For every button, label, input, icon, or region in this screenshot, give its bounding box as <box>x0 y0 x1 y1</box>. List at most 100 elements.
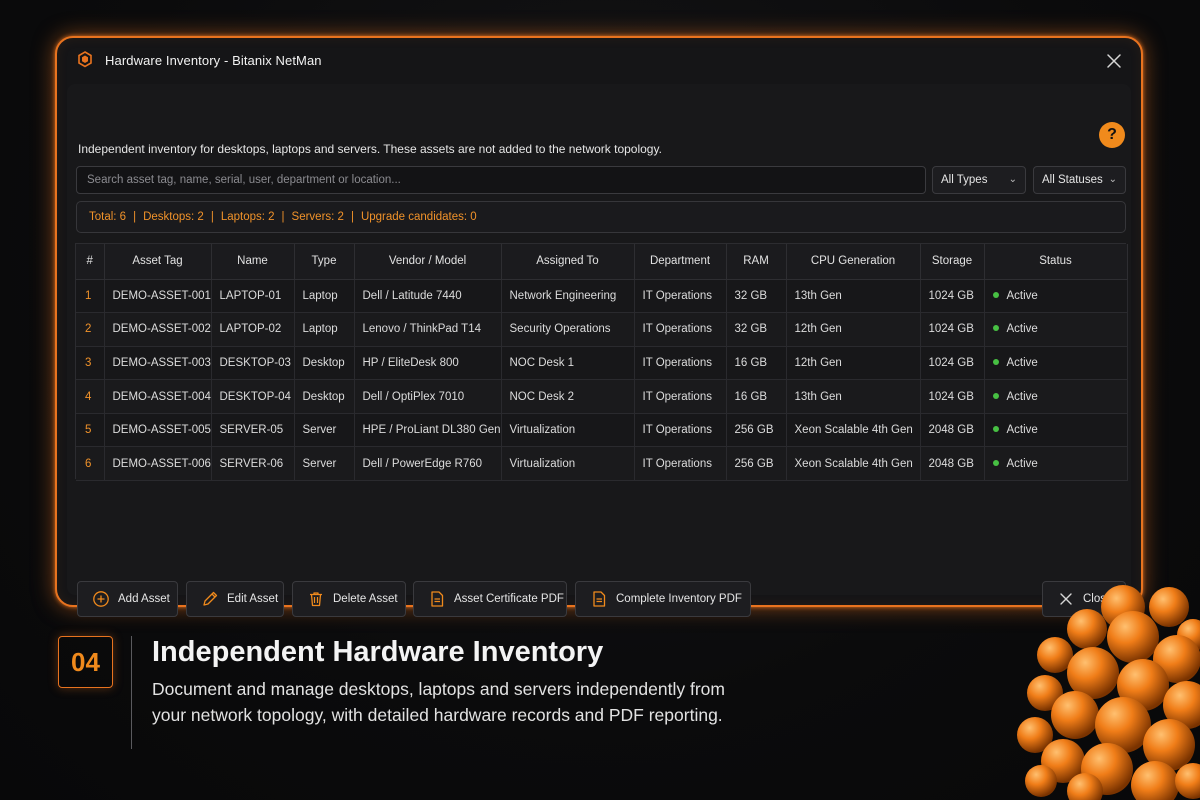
summary-bar: Total: 6 | Desktops: 2 | Laptops: 2 | Servers:… <box>76 201 1126 233</box>
table-row[interactable]: 2 DEMO-ASSET-002 LAPTOP-02 Laptop Lenovo / T… <box>76 312 1128 347</box>
plus-circle-icon <box>92 590 110 608</box>
table-row[interactable]: 5 DEMO-ASSET-005 SERVER-05 Server HPE / ProL… <box>76 413 1128 448</box>
type-filter-select[interactable]: All Types ⌄ <box>932 166 1026 194</box>
table-cell: Laptop <box>294 279 355 314</box>
table-cell: 5 <box>76 413 105 448</box>
table-cell: 2048 GB <box>920 446 985 482</box>
delete-asset-button[interactable]: Delete Asset <box>292 581 406 617</box>
table-cell: Dell / PowerEdge R760 <box>354 446 502 482</box>
table-cell: Laptop <box>294 312 355 347</box>
status-dot-icon <box>992 358 999 365</box>
chevron-down-icon: ⌄ <box>1108 174 1117 185</box>
table-cell: 2 <box>76 312 105 347</box>
table-cell: LAPTOP-01 <box>211 279 295 314</box>
window-close-icon[interactable] <box>1103 50 1125 72</box>
complete-inventory-pdf-button[interactable]: Complete Inventory PDF <box>575 581 751 617</box>
column-header[interactable]: Status <box>984 244 1128 280</box>
caption-body: Document and manage desktops, laptops an… <box>152 679 725 725</box>
status-filter-select[interactable]: All Statuses ⌄ <box>1033 166 1126 194</box>
window-content: ? Independent inventory for desktops, la… <box>67 84 1131 617</box>
document-icon <box>428 590 446 608</box>
summary-upgrade-candidates: Upgrade candidates: 0 <box>360 211 477 223</box>
table-cell: SERVER-05 <box>211 413 295 448</box>
column-header[interactable]: Type <box>294 244 355 280</box>
summary-separator: | <box>210 211 214 223</box>
table-cell: Dell / Latitude 7440 <box>354 279 502 314</box>
search-input[interactable] <box>76 166 926 194</box>
column-header[interactable]: Vendor / Model <box>354 244 502 280</box>
hardware-inventory-window: Hardware Inventory - Bitanix NetMan ? In… <box>55 36 1143 617</box>
status-cell: Active <box>984 413 1128 448</box>
table-cell: 1024 GB <box>920 279 985 314</box>
status-dot-icon <box>992 426 999 433</box>
table-cell: HP / EliteDesk 800 <box>354 346 502 381</box>
summary-separator: | <box>133 211 137 223</box>
column-header[interactable]: RAM <box>726 244 787 280</box>
table-cell: NOC Desk 2 <box>501 379 635 414</box>
table-cell: Virtualization <box>501 446 635 482</box>
table-cell: 1024 GB <box>920 312 985 347</box>
table-cell: 13th Gen <box>786 379 921 414</box>
status-dot-icon <box>992 291 999 298</box>
edit-asset-button[interactable]: Edit Asset <box>186 581 284 617</box>
table-cell: IT Operations <box>634 413 727 448</box>
complete-inventory-pdf-label: Complete Inventory PDF <box>616 593 742 605</box>
table-cell: 2048 GB <box>920 413 985 448</box>
table-cell: 32 GB <box>726 279 787 314</box>
column-header[interactable]: Asset Tag <box>104 244 212 280</box>
table-cell: 4 <box>76 379 105 414</box>
edit-asset-label: Edit Asset <box>227 593 279 605</box>
status-cell: Active <box>984 446 1128 482</box>
caption-headline: Independent Hardware Inventory <box>152 636 604 668</box>
table-cell: DEMO-ASSET-002 <box>104 312 212 347</box>
summary-desktops: Desktops: 2 <box>143 211 204 223</box>
status-text: Active <box>1006 289 1038 302</box>
column-header[interactable]: Department <box>634 244 727 280</box>
table-cell: NOC Desk 1 <box>501 346 635 381</box>
status-dot-icon <box>992 392 999 399</box>
table-cell: IT Operations <box>634 312 727 347</box>
summary-laptops: Laptops: 2 <box>220 211 275 223</box>
table-cell: Security Operations <box>501 312 635 347</box>
sphere-shape <box>1149 587 1189 627</box>
table-cell: Xeon Scalable 4th Gen <box>786 413 921 448</box>
status-cell: Active <box>984 279 1128 314</box>
asset-certificate-pdf-button[interactable]: Asset Certificate PDF <box>413 581 567 617</box>
table-row[interactable]: 4 DEMO-ASSET-004 DESKTOP-04 Desktop Dell / O… <box>76 379 1128 414</box>
asset-table: # Asset Tag Name Type Vendor / Model Assigned… <box>75 243 1128 482</box>
status-cell: Active <box>984 312 1128 347</box>
summary-separator: | <box>281 211 285 223</box>
table-cell: DEMO-ASSET-004 <box>104 379 212 414</box>
asset-certificate-pdf-label: Asset Certificate PDF <box>454 593 564 605</box>
status-dot-icon <box>992 325 999 332</box>
summary-separator: | <box>350 211 354 223</box>
table-cell: IT Operations <box>634 346 727 381</box>
table-cell: 12th Gen <box>786 346 921 381</box>
step-number-badge: 04 <box>58 636 113 688</box>
table-cell: DEMO-ASSET-003 <box>104 346 212 381</box>
table-row[interactable]: 3 DEMO-ASSET-003 DESKTOP-03 Desktop HP / Eli… <box>76 346 1128 381</box>
stage: Hardware Inventory - Bitanix NetMan ? In… <box>0 0 1200 800</box>
column-header[interactable]: Storage <box>920 244 985 280</box>
column-header[interactable]: Name <box>211 244 295 280</box>
column-header[interactable]: CPU Generation <box>786 244 921 280</box>
table-cell: 1024 GB <box>920 379 985 414</box>
add-asset-button[interactable]: Add Asset <box>77 581 178 617</box>
delete-asset-label: Delete Asset <box>333 593 398 605</box>
help-button[interactable]: ? <box>1099 122 1125 148</box>
column-header[interactable]: Assigned To <box>501 244 635 280</box>
table-cell: LAPTOP-02 <box>211 312 295 347</box>
title-bar: Hardware Inventory - Bitanix NetMan <box>57 38 1141 84</box>
window-title: Hardware Inventory - Bitanix NetMan <box>105 53 322 68</box>
table-cell: SERVER-06 <box>211 446 295 482</box>
summary-servers: Servers: 2 <box>291 211 344 223</box>
table-cell: 16 GB <box>726 379 787 414</box>
status-cell: Active <box>984 379 1128 414</box>
table-row[interactable]: 6 DEMO-ASSET-006 SERVER-06 Server Dell / Pow… <box>76 446 1128 482</box>
column-header[interactable]: # <box>76 244 105 280</box>
caption-divider <box>131 636 132 749</box>
bitanix-logo-icon <box>75 50 95 72</box>
chevron-down-icon: ⌄ <box>1008 174 1017 185</box>
table-cell: 3 <box>76 346 105 381</box>
table-row[interactable]: 1 DEMO-ASSET-001 LAPTOP-01 Laptop Dell / Lat… <box>76 279 1128 314</box>
